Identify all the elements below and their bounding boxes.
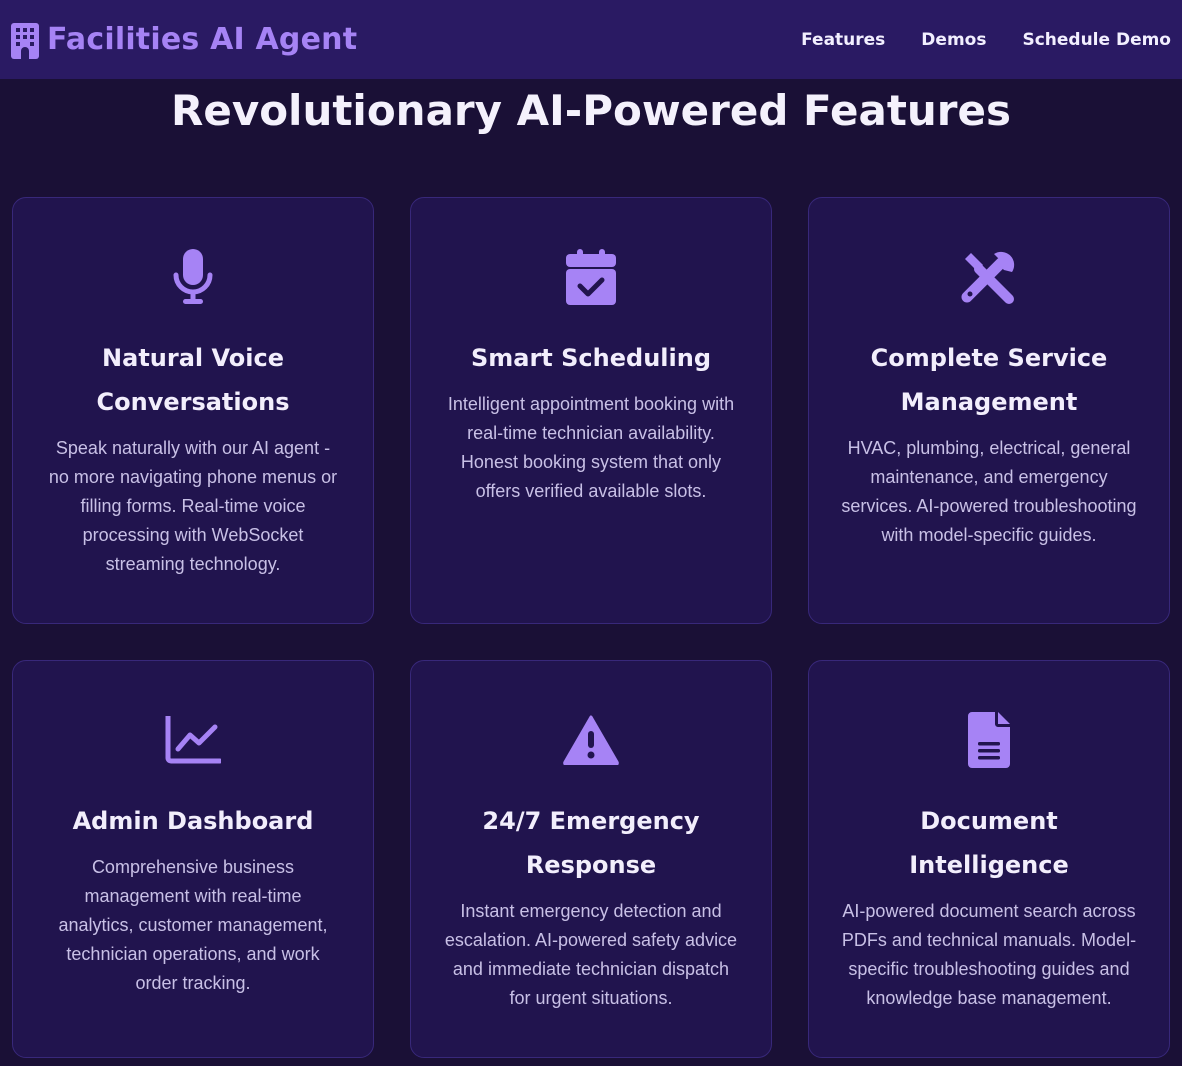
feature-title: Document Intelligence [909, 807, 1069, 879]
calendar-check-icon [443, 246, 739, 308]
nav-link-demos[interactable]: Demos [921, 30, 986, 50]
feature-description: Speak naturally with our AI agent - no m… [48, 438, 338, 574]
nav-links: Features Demos Schedule Demo [801, 30, 1171, 50]
brand-link[interactable]: Facilities AI Agent [11, 21, 357, 59]
feature-description: Instant emergency detection and escalati… [444, 901, 738, 1008]
feature-card-service: Complete Service Management HVAC, plumbi… [808, 197, 1170, 624]
feature-card-documents: Document Intelligence AI-powered documen… [808, 660, 1170, 1058]
feature-title: 24/7 Emergency Response [482, 807, 700, 879]
feature-description: AI-powered document search across PDFs a… [841, 901, 1137, 1008]
microphone-icon [45, 246, 341, 308]
feature-title: Admin Dashboard [72, 807, 314, 835]
feature-title: Natural Voice Conversations [96, 344, 290, 416]
document-icon [841, 709, 1137, 771]
nav-link-schedule-demo[interactable]: Schedule Demo [1022, 30, 1171, 50]
feature-card-emergency: 24/7 Emergency Response Instant emergenc… [410, 660, 772, 1058]
feature-title: Smart Scheduling [470, 344, 711, 372]
feature-card-dashboard: Admin Dashboard Comprehensive business m… [12, 660, 374, 1058]
section-title: Revolutionary AI-Powered Features [171, 86, 1011, 135]
feature-description: Comprehensive business management with r… [58, 857, 328, 993]
nav-link-features[interactable]: Features [801, 30, 885, 50]
tools-icon [841, 246, 1137, 308]
features-grid: Natural Voice Conversations Speak natura… [12, 197, 1172, 1058]
feature-description: HVAC, plumbing, electrical, general main… [841, 438, 1137, 545]
feature-title: Complete Service Management [870, 344, 1108, 416]
warning-icon [443, 709, 739, 771]
feature-card-scheduling: Smart Scheduling Intelligent appointment… [410, 197, 772, 624]
chart-line-icon [45, 709, 341, 771]
feature-description: Intelligent appointment booking with rea… [447, 394, 735, 501]
navbar: Facilities AI Agent Features Demos Sched… [0, 0, 1182, 79]
building-icon [11, 22, 39, 59]
brand-name: Facilities AI Agent [47, 22, 358, 57]
feature-card-voice: Natural Voice Conversations Speak natura… [12, 197, 374, 624]
